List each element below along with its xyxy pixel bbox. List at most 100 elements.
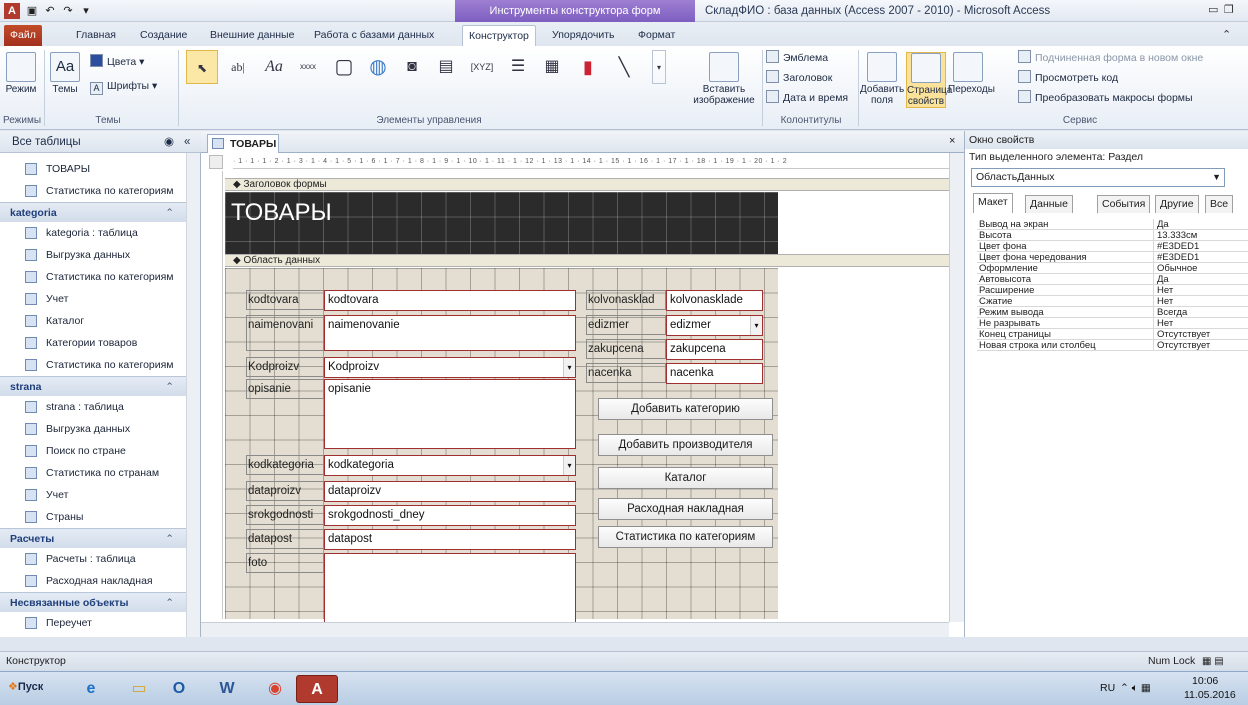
word-icon[interactable]: W <box>206 675 248 703</box>
property-row[interactable]: Новая строка или столбец Отсутствует <box>977 340 1248 351</box>
collapse-icon[interactable]: ⌃ <box>165 529 174 549</box>
hyperlink-control-icon[interactable]: ◍ <box>362 50 394 84</box>
qat-customize-icon[interactable]: ▾ <box>78 3 94 19</box>
nav-group-header[interactable]: Несвязанные объекты ⌃ <box>0 592 186 612</box>
tray-icons[interactable]: ⌃ 🔈︎ ▦ <box>1120 682 1151 695</box>
property-tab[interactable]: Другие <box>1155 195 1199 213</box>
property-sheet-button[interactable]: Страница свойств <box>906 52 952 108</box>
property-value[interactable]: Да <box>1153 274 1248 285</box>
text-box[interactable]: nacenka <box>666 363 763 384</box>
clock-time[interactable]: 10:06 <box>1192 675 1218 687</box>
fonts-button[interactable]: A Шрифты ▾ <box>90 78 157 95</box>
field-label[interactable]: dataproizv <box>246 481 324 501</box>
nav-group-header[interactable]: kategoria ⌃ <box>0 202 186 222</box>
explorer-icon[interactable]: ▭ <box>118 675 160 703</box>
field-label[interactable]: naimenovani <box>246 315 324 351</box>
tab-file[interactable]: Файл <box>4 25 42 46</box>
undo-icon[interactable]: ↶ <box>42 3 58 19</box>
tab-create[interactable]: Создание <box>134 25 193 46</box>
field-label[interactable]: edizmer <box>586 315 666 335</box>
field-label[interactable]: nacenka <box>586 363 666 383</box>
field-label[interactable]: zakupcena <box>586 339 666 359</box>
text-box[interactable]: dataproizv <box>324 481 576 502</box>
property-value[interactable]: #E3DED1 <box>1153 241 1248 252</box>
command-button[interactable]: Добавить категорию <box>598 398 773 420</box>
nav-item[interactable]: Статистика по категориям <box>0 180 186 202</box>
property-tab[interactable]: Все <box>1205 195 1234 213</box>
tab-control-icon[interactable]: ▢ <box>328 50 360 84</box>
combo-box[interactable]: Kodproizv ▾ <box>324 357 576 378</box>
field-label[interactable]: srokgodnosti <box>246 505 324 525</box>
shutter-close-icon[interactable]: « <box>184 131 190 153</box>
property-tab[interactable]: События <box>1097 195 1151 213</box>
combo-box[interactable]: edizmer ▾ <box>666 315 763 336</box>
property-value[interactable]: Обычное <box>1153 263 1248 274</box>
property-row[interactable]: Оформление Обычное <box>977 263 1248 274</box>
option-group-control-icon[interactable]: [XYZ] <box>466 50 498 84</box>
nav-item[interactable]: Статистика по категориям <box>0 266 186 288</box>
nav-item[interactable]: ТОВАРЫ <box>0 158 186 180</box>
select-pointer-icon[interactable]: ⬉ <box>186 50 218 84</box>
field-label[interactable]: kolvonasklad <box>586 290 666 310</box>
text-box[interactable]: kolvonasklade <box>666 290 763 311</box>
field-label[interactable]: datapost <box>246 529 324 549</box>
insert-image-button[interactable]: Вставить изображение <box>690 52 758 106</box>
subform-new-window-button[interactable]: Подчиненная форма в новом окне <box>1018 50 1203 66</box>
command-button[interactable]: Добавить производителя <box>598 434 773 456</box>
tab-database-tools[interactable]: Работа с базами данных <box>308 25 440 46</box>
property-tab[interactable]: Макет <box>973 193 1013 213</box>
text-box[interactable]: datapost <box>324 529 576 550</box>
nav-item[interactable]: Учет <box>0 484 186 506</box>
page-break-control-icon[interactable]: ☰ <box>502 50 534 84</box>
text-box[interactable]: opisanie <box>324 379 576 449</box>
combo-box-control-icon[interactable]: ▦ <box>536 50 568 84</box>
tab-format[interactable]: Формат <box>632 25 681 46</box>
restore-icon[interactable]: ❐ <box>1224 3 1234 16</box>
property-row[interactable]: Конец страницы Отсутствует <box>977 329 1248 340</box>
nav-item[interactable]: Расходная накладная <box>0 570 186 592</box>
view-switch-icon[interactable]: ▦ ▤ <box>1202 652 1224 671</box>
collapse-icon[interactable]: ⌃ <box>165 377 174 397</box>
property-value[interactable]: Нет <box>1153 296 1248 307</box>
nav-scrollbar[interactable] <box>186 153 200 637</box>
nav-group-header[interactable]: Расчеты ⌃ <box>0 528 186 548</box>
horizontal-scrollbar[interactable] <box>201 622 949 637</box>
property-value[interactable]: 13.333см <box>1153 230 1248 241</box>
minimize-icon[interactable]: ▭ <box>1208 3 1218 16</box>
chart-control-icon[interactable]: ▮ <box>572 50 604 84</box>
lang-indicator[interactable]: RU <box>1100 682 1115 694</box>
title-button[interactable]: Заголовок <box>766 70 832 86</box>
navigation-control-icon[interactable]: ▤ <box>430 50 462 84</box>
property-row[interactable]: Не разрывать Нет <box>977 318 1248 329</box>
nav-item[interactable]: Учет <box>0 288 186 310</box>
label-control-icon[interactable]: Aa <box>258 50 290 84</box>
property-tab[interactable]: Данные <box>1025 195 1073 213</box>
property-row[interactable]: Высота 13.333см <box>977 230 1248 241</box>
field-label[interactable]: kodtovara <box>246 290 324 310</box>
property-row[interactable]: Вывод на экран Да <box>977 219 1248 230</box>
property-row[interactable]: Режим вывода Всегда <box>977 307 1248 318</box>
property-value[interactable]: Нет <box>1153 285 1248 296</box>
text-box[interactable]: kodtovara <box>324 290 576 311</box>
field-label[interactable]: foto <box>246 553 324 573</box>
tab-arrange[interactable]: Упорядочить <box>546 25 620 46</box>
property-row[interactable]: Цвет фона чередования #E3DED1 <box>977 252 1248 263</box>
tab-home[interactable]: Главная <box>70 25 122 46</box>
text-box[interactable]: zakupcena <box>666 339 763 360</box>
collapse-icon[interactable]: ⌃ <box>165 203 174 223</box>
command-button[interactable]: Расходная накладная <box>598 498 773 520</box>
nav-group-header[interactable]: strana ⌃ <box>0 376 186 396</box>
tab-order-button[interactable]: Переходы <box>948 52 995 95</box>
button-control-icon[interactable]: xxxx <box>292 50 324 84</box>
controls-gallery-more-icon[interactable]: ▾ <box>652 50 666 84</box>
logo-button[interactable]: Эмблема <box>766 50 828 66</box>
nav-menu-icon[interactable]: ◉ <box>164 131 174 153</box>
access-app-icon[interactable]: A <box>296 675 338 703</box>
property-value[interactable]: #E3DED1 <box>1153 252 1248 263</box>
view-code-button[interactable]: Просмотреть код <box>1018 70 1118 86</box>
clock-date[interactable]: 11.05.2016 <box>1184 689 1236 701</box>
access-logo-icon[interactable]: A <box>4 3 20 19</box>
nav-pane-header[interactable]: Все таблицы ◉ « <box>0 131 201 153</box>
nav-item[interactable]: kategoria : таблица <box>0 222 186 244</box>
themes-button[interactable]: Aa Темы <box>48 52 82 95</box>
